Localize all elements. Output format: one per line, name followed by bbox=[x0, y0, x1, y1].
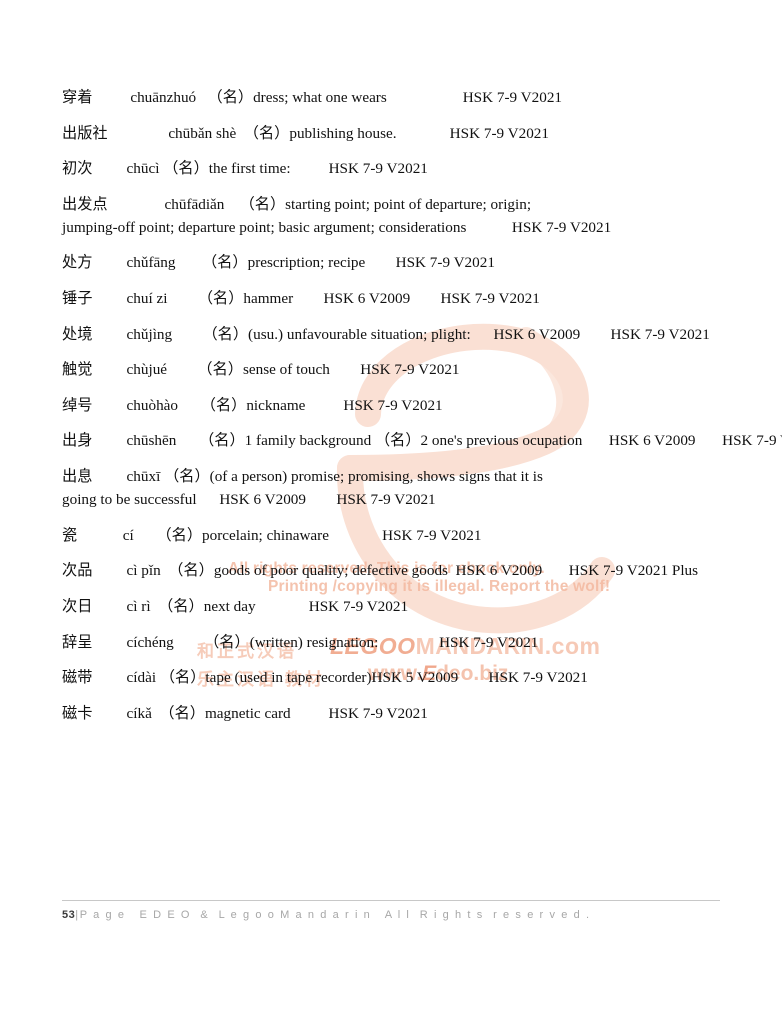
document-page: 穿着 chuānzhuó （名）dress; what one wears HS… bbox=[0, 0, 782, 1012]
footer-divider bbox=[62, 900, 720, 901]
vocabulary-entry: 穿着 chuānzhuó （名）dress; what one wears HS… bbox=[62, 86, 722, 109]
entry-line-continuation: HSK 6 V2009 HSK 7-9 V2021 bbox=[608, 432, 782, 450]
vocabulary-entry: 触觉 chùjué （名）sense of touch HSK 7-9 V202… bbox=[62, 358, 722, 381]
vocabulary-entry: 出发点 chūfādiǎn （名）starting point; point o… bbox=[62, 193, 722, 239]
page-footer: 53|P a g e E D E O & L e g o o M a n d a… bbox=[62, 900, 722, 921]
vocabulary-entry-list: 穿着 chuānzhuó （名）dress; what one wears HS… bbox=[62, 86, 782, 737]
vocabulary-entry: 磁带 cídài （名）tape (used in tape recorder)… bbox=[62, 666, 722, 689]
footer-page-number: 53 bbox=[62, 909, 76, 921]
entry-line-primary: 次品 cì pǐn （名）goods of poor quality; defe… bbox=[62, 562, 543, 580]
entry-line-primary: 辞呈 cíchéng （名）(written) resignation: HSK… bbox=[62, 633, 539, 651]
entry-line-continuation: HSK 7-9 V2021 Plus bbox=[546, 562, 699, 580]
vocabulary-entry: 处境 chǔjìng （名）(usu.) unfavourable situat… bbox=[62, 323, 722, 346]
entry-line-primary: 出版社 chūbǎn shè （名）publishing house. HSK … bbox=[62, 124, 549, 142]
vocabulary-entry: 出身 chūshēn （名）1 family background （名）2 o… bbox=[62, 429, 782, 452]
vocabulary-entry: 出息 chūxī （名）(of a person) promise; promi… bbox=[62, 465, 722, 511]
entry-line-primary: 磁卡 cíkǎ （名）magnetic card HSK 7-9 V2021 bbox=[62, 704, 428, 722]
footer-text: 53|P a g e E D E O & L e g o o M a n d a… bbox=[62, 909, 722, 921]
entry-line-primary: 瓷 cí （名）porcelain; chinaware HSK 7-9 V20… bbox=[62, 526, 482, 544]
entry-line-primary: 穿着 chuānzhuó （名）dress; what one wears HS… bbox=[62, 89, 563, 106]
vocabulary-entry: 辞呈 cíchéng （名）(written) resignation: HSK… bbox=[62, 631, 722, 654]
entry-line-continuation: V2021 bbox=[546, 669, 588, 687]
vocabulary-entry: 初次 chūcì （名）the first time: HSK 7-9 V202… bbox=[62, 157, 722, 180]
entry-line-primary: 处方 chǔfāng （名）prescription; recipe HSK 7… bbox=[62, 254, 495, 272]
entry-line-primary: 初次 chūcì （名）the first time: HSK 7-9 V202… bbox=[62, 160, 428, 178]
entry-line-primary: 触觉 chùjué （名）sense of touch HSK 7-9 V202… bbox=[62, 361, 460, 379]
entry-line-primary: 次日 cì rì （名）next day HSK 7-9 V2021 bbox=[62, 597, 409, 615]
entry-line-primary: 绰号 chuòhào （名）nickname HSK 7-9 V2021 bbox=[62, 396, 443, 414]
vocabulary-entry: 次品 cì pǐn （名）goods of poor quality; defe… bbox=[62, 559, 722, 582]
vocabulary-entry: 绰号 chuòhào （名）nickname HSK 7-9 V2021 bbox=[62, 394, 722, 417]
entry-line-primary: 处境 chǔjìng （名）(usu.) unfavourable situat… bbox=[62, 325, 536, 343]
vocabulary-entry: 处方 chǔfāng （名）prescription; recipe HSK 7… bbox=[62, 251, 722, 274]
entry-line-continuation: V2009 HSK 7-9 V2021 bbox=[538, 325, 710, 343]
vocabulary-entry: 次日 cì rì （名）next day HSK 7-9 V2021 bbox=[62, 595, 722, 618]
entry-line-primary: 锤子 chuí zi （名）hammer HSK 6 V2009 HSK 7-9… bbox=[62, 290, 540, 308]
entry-line-continuation: going to be successful HSK 6 V2009 HSK 7… bbox=[62, 491, 436, 509]
vocabulary-entry: 出版社 chūbǎn shè （名）publishing house. HSK … bbox=[62, 122, 722, 145]
vocabulary-entry: 锤子 chuí zi （名）hammer HSK 6 V2009 HSK 7-9… bbox=[62, 287, 722, 310]
entry-line-primary: 出息 chūxī （名）(of a person) promise; promi… bbox=[62, 468, 543, 486]
vocabulary-entry: 磁卡 cíkǎ （名）magnetic card HSK 7-9 V2021 bbox=[62, 702, 722, 725]
entry-line-primary: 出身 chūshēn （名）1 family background （名）2 o… bbox=[62, 432, 583, 450]
entry-line-continuation: jumping-off point; departure point; basi… bbox=[62, 218, 543, 236]
entry-line-primary: 出发点 chūfādiǎn （名）starting point; point o… bbox=[62, 195, 532, 213]
footer-credit: P a g e E D E O & L e g o o M a n d a r … bbox=[79, 909, 591, 921]
entry-line-continuation: 7-9 V2021 bbox=[546, 218, 612, 236]
vocabulary-entry: 瓷 cí （名）porcelain; chinaware HSK 7-9 V20… bbox=[62, 524, 722, 547]
entry-line-primary: 磁带 cídài （名）tape (used in tape recorder)… bbox=[62, 669, 543, 687]
